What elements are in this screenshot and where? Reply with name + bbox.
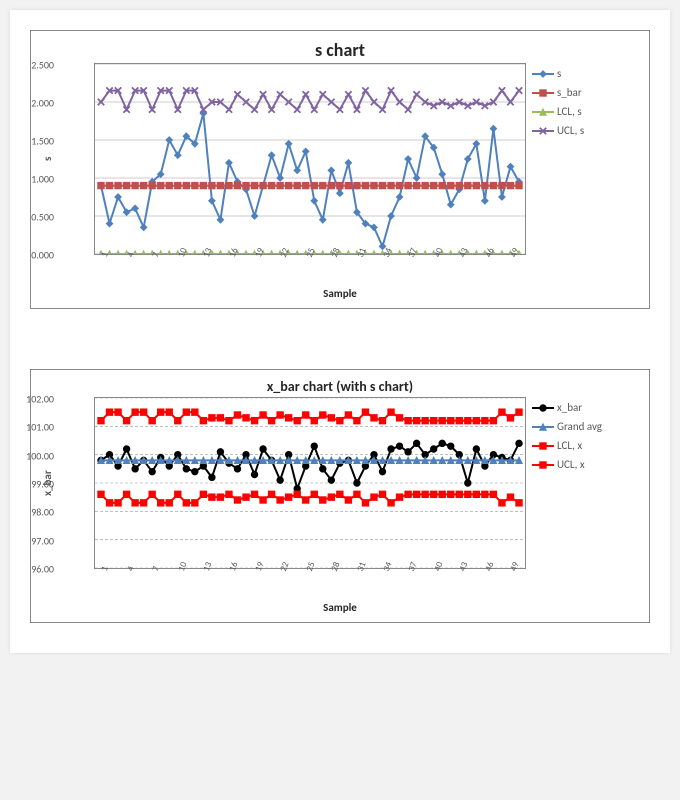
legend-item: LCL, s (532, 105, 602, 118)
x-axis-ticks: 1471013161922252831343740434649 (89, 569, 519, 595)
chart-title: s chart (39, 39, 641, 61)
legend-item: s_bar (532, 86, 602, 99)
x-axis-label: Sample (39, 601, 641, 614)
s-chart-legend: s s_bar LCL, s UCL, s (526, 63, 602, 255)
x-axis-ticks: 1471013161922252831343740434649 (89, 255, 519, 281)
legend-item: Grand avg (532, 420, 602, 433)
xbar-chart-container: x_bar chart (with s chart) x_bar 96.0097… (30, 369, 650, 623)
xbar-chart-plot (94, 397, 526, 569)
legend-item: UCL, x (532, 458, 602, 471)
legend-item: LCL, x (532, 439, 602, 452)
chart-title: x_bar chart (with s chart) (39, 378, 641, 395)
s-chart-container: s chart s 0.0000.5001.0001.5002.0002.500… (30, 30, 650, 309)
x-axis-label: Sample (39, 287, 641, 300)
legend-item: s (532, 67, 602, 80)
s-chart-plot (94, 63, 526, 255)
legend-item: UCL, s (532, 124, 602, 137)
legend-item: x_bar (532, 401, 602, 414)
y-axis-ticks: 0.0000.5001.0001.5002.0002.500 (18, 63, 56, 255)
document-page: s chart s 0.0000.5001.0001.5002.0002.500… (10, 10, 670, 653)
xbar-chart-legend: x_bar Grand avg LCL, x UCL, x (526, 397, 602, 569)
y-axis-ticks: 96.0097.0098.0099.00100.00101.00102.00 (18, 397, 56, 569)
